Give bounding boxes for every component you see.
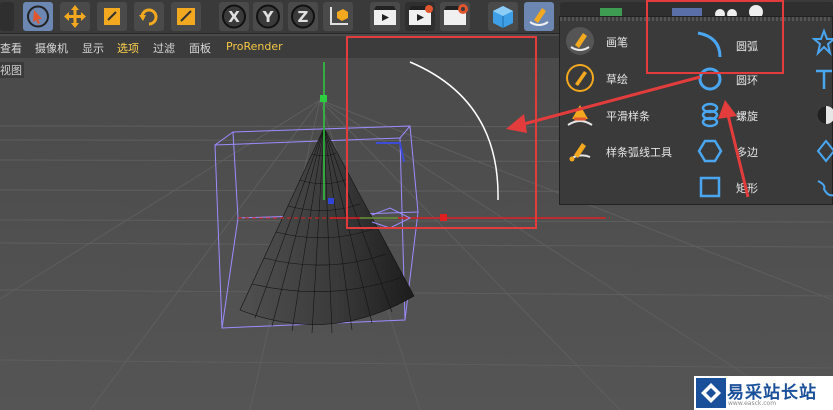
render-view-button[interactable]: [370, 2, 400, 31]
star-icon: [812, 28, 833, 57]
menu-prorender[interactable]: ProRender: [226, 40, 283, 53]
tool-rectangle-label: 矩形: [736, 182, 758, 195]
tool-polygon[interactable]: 多边: [694, 135, 774, 167]
watermark: 易采站长站 www.easck.com: [694, 376, 833, 410]
vectorizer-icon: [817, 106, 833, 124]
menu-panel[interactable]: 面板: [189, 40, 211, 56]
four-side-icon: [816, 139, 833, 163]
menu-display[interactable]: 显示: [82, 40, 104, 56]
tool-spline-arc[interactable]: 样条弧线工具: [564, 135, 704, 167]
rectangle-icon: [699, 176, 721, 198]
cube-icon: [493, 6, 513, 28]
x-axis-icon: X: [222, 4, 246, 29]
tool-sketch-label: 草绘: [606, 73, 628, 86]
tool-rectangle[interactable]: 矩形: [694, 171, 774, 203]
tool-4-side[interactable]: [812, 135, 833, 167]
move-icon: [64, 5, 86, 28]
render-settings-icon: [444, 4, 468, 25]
tool-polygon-label: 多边: [736, 146, 758, 159]
render-picture-queue-button[interactable]: [405, 2, 435, 31]
tool-star[interactable]: [812, 27, 833, 59]
render-settings-button[interactable]: [440, 2, 470, 31]
tool-helix-label: 螺旋: [736, 110, 758, 123]
cube-button[interactable]: [488, 2, 518, 31]
render-view-icon: [374, 6, 396, 25]
pen-icon: [566, 27, 594, 55]
pen-spline-icon: [529, 8, 549, 26]
watermark-subtext: www.easck.com: [728, 400, 777, 407]
pen-spline-button[interactable]: [524, 2, 554, 31]
z-axis-icon: Z: [291, 4, 315, 29]
menu-view[interactable]: 查看: [0, 40, 22, 56]
svg-text:Y: Y: [262, 8, 275, 26]
tool-helix[interactable]: 螺旋: [694, 99, 774, 131]
svg-text:Z: Z: [298, 8, 309, 26]
tool-smooth-spline-label: 平滑样条: [606, 110, 650, 123]
tool-text[interactable]: [812, 63, 833, 95]
last-tool-icon: [177, 8, 195, 25]
y-axis-icon: Y: [256, 4, 280, 29]
scale-icon: [104, 8, 120, 25]
render-picture-queue-icon: [409, 5, 433, 25]
tool-pen-label: 画笔: [606, 36, 628, 49]
polygon-icon: [697, 139, 723, 163]
sketch-icon: [566, 64, 594, 92]
svg-text:X: X: [228, 8, 240, 26]
tool-spline-arc-label: 样条弧线工具: [606, 146, 672, 159]
viewport-label: 视图: [0, 62, 24, 78]
scale-button[interactable]: [97, 2, 127, 31]
tool-formula[interactable]: [812, 171, 833, 203]
rotate-button[interactable]: [134, 2, 164, 31]
smooth-spline-icon: [567, 105, 593, 126]
spline-arc-tool-icon: [569, 143, 591, 162]
helix-icon: [701, 102, 719, 128]
coordinate-system-button[interactable]: [323, 2, 353, 31]
z-axis-button[interactable]: Z: [288, 2, 318, 31]
coordinate-system-icon: [330, 7, 348, 25]
select-arrow-button[interactable]: [23, 2, 53, 31]
x-axis-button[interactable]: X: [219, 2, 249, 31]
menu-camera[interactable]: 摄像机: [35, 40, 68, 56]
tool-vectorizer[interactable]: [812, 99, 833, 131]
menu-options[interactable]: 选项: [117, 40, 139, 56]
formula-icon: [817, 180, 833, 197]
select-arrow-icon: [27, 5, 49, 28]
rotate-icon: [139, 8, 158, 26]
tool-circle-label: 圆环: [736, 74, 758, 87]
watermark-logo-icon: [696, 378, 726, 408]
highlight-box-viewport: [346, 36, 537, 229]
highlight-box-arc: [646, 0, 784, 74]
viewport-label-text: 视图: [0, 64, 22, 77]
tool-smooth-spline[interactable]: 平滑样条: [564, 99, 704, 131]
toolbar-edge: [0, 2, 14, 31]
last-tool-button[interactable]: [171, 2, 201, 31]
menu-filter[interactable]: 过滤: [153, 40, 175, 56]
y-axis-button[interactable]: Y: [253, 2, 283, 31]
move-button[interactable]: [60, 2, 90, 31]
text-icon: [816, 69, 832, 89]
